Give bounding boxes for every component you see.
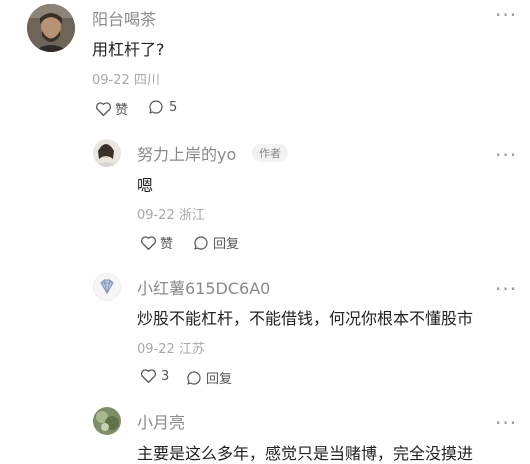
like-count: 3 [161,368,170,384]
comment-text: 嗯 [137,176,154,195]
like-button[interactable]: 3 [140,368,169,384]
author-badge: 作者 [252,144,288,162]
reply-button[interactable]: 回复 [186,368,232,387]
comment-icon [149,100,163,114]
comment-location: 四川 [133,73,160,88]
comment-date: 09-22 [92,73,130,88]
comment-location: 江苏 [178,342,205,357]
avatar[interactable] [93,139,121,167]
comment-author[interactable]: 小月亮 [137,409,185,433]
heart-icon [95,101,112,116]
more-icon[interactable]: ··· [495,5,517,25]
reply-count: 5 [169,99,178,115]
comment-date: 09-22 [137,342,175,357]
more-icon[interactable]: ··· [495,145,517,165]
reply-label: 回复 [213,237,240,252]
comment-author[interactable]: 阳台喝茶 [92,6,156,30]
comment-text: 炒股不能杠杆，不能借钱，何况你根本不懂股市 [137,309,474,328]
avatar[interactable] [27,4,75,52]
heart-icon [140,235,157,250]
comment-author[interactable]: 小红薯615DC6A0 [137,275,270,299]
avatar[interactable] [93,273,121,301]
comment-icon [187,370,201,385]
reply-button[interactable]: 回复 [193,233,239,252]
comment-meta: 09-22 四川 [92,69,160,88]
like-label: 赞 [160,237,174,252]
more-icon[interactable]: ··· [495,413,517,433]
more-icon[interactable]: ··· [495,279,517,299]
comment-meta: 09-22 江苏 [137,338,205,357]
comment-text: 用杠杆了? [92,40,165,59]
comment-meta: 09-22 浙江 [137,204,205,223]
comment-author[interactable]: 努力上岸的yo [137,141,236,165]
reply-label: 回复 [206,372,233,387]
comment-icon [194,235,208,250]
comment-location: 浙江 [178,208,205,223]
diamond-avatar-icon [100,279,114,294]
like-label: 赞 [115,103,129,118]
reply-button[interactable]: 5 [148,99,177,115]
heart-icon [140,369,157,384]
comment-date: 09-22 [137,208,175,223]
avatar[interactable] [93,407,121,435]
comment-text: 主要是这么多年，感觉只是当赌博，完全没摸进 [137,444,474,463]
like-button[interactable]: 赞 [140,233,173,252]
like-button[interactable]: 赞 [95,99,128,118]
